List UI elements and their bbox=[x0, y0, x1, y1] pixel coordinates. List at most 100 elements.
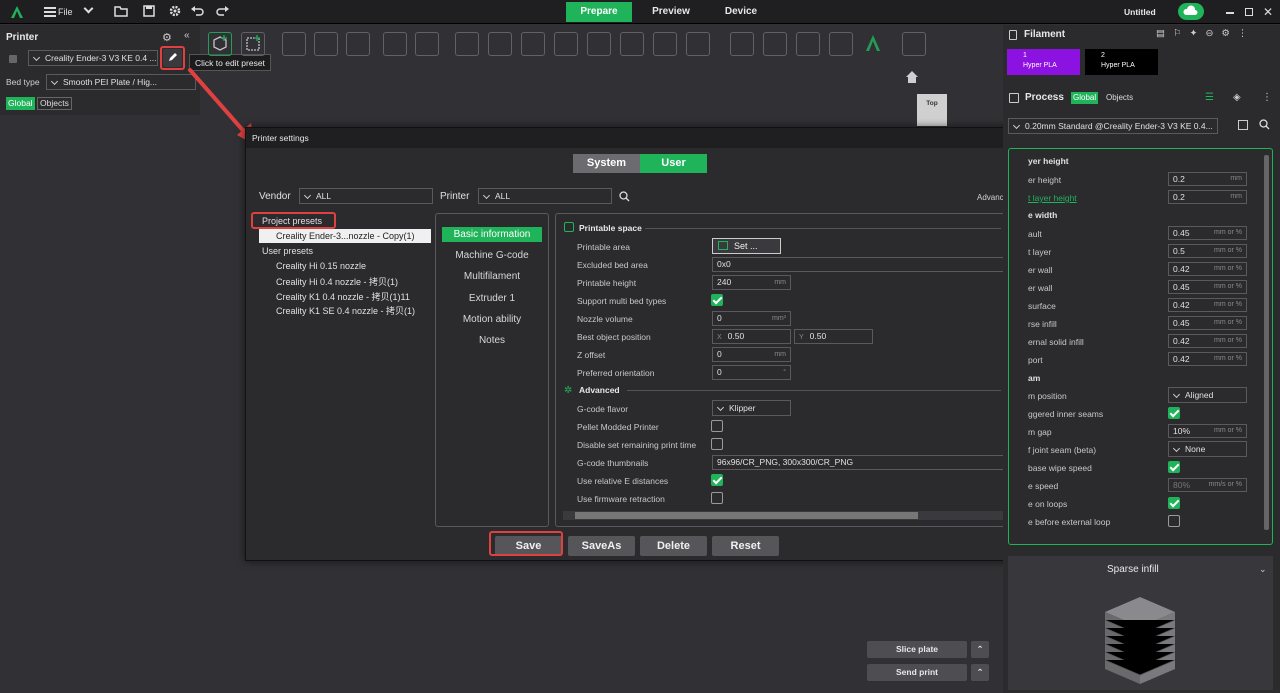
slice-plate-button[interactable]: Slice plate bbox=[867, 641, 967, 658]
pellet-modded-checkbox[interactable] bbox=[711, 420, 723, 432]
tab-device[interactable]: Device bbox=[712, 2, 770, 22]
assembly-icon[interactable] bbox=[902, 32, 926, 56]
color-paint-icon[interactable] bbox=[829, 32, 853, 56]
preferred-orientation-input[interactable]: 0 ° bbox=[712, 365, 791, 380]
right-scrollbar[interactable] bbox=[1264, 155, 1269, 535]
seam-position-select[interactable]: Aligned bbox=[1168, 387, 1247, 403]
seam-gap-input[interactable]: 10% mm or % bbox=[1168, 424, 1247, 438]
nav-multifilament[interactable]: Multifilament bbox=[442, 269, 542, 284]
support-paint-icon[interactable] bbox=[730, 32, 754, 56]
save-as-button[interactable]: SaveAs bbox=[568, 536, 635, 556]
bed-type-select[interactable]: Smooth PEI Plate / Hig... bbox=[46, 74, 196, 90]
process-objects-toggle[interactable]: Objects bbox=[1104, 92, 1135, 104]
open-folder-icon[interactable] bbox=[114, 4, 130, 20]
nav-machine-gcode[interactable]: Machine G-code bbox=[442, 248, 542, 263]
close-window-icon[interactable]: ✕ bbox=[1263, 5, 1273, 19]
user-tab[interactable]: User bbox=[640, 154, 707, 173]
fuzzy-skin-icon[interactable] bbox=[796, 32, 820, 56]
layer-icon[interactable] bbox=[415, 32, 439, 56]
file-menu[interactable]: File bbox=[58, 7, 73, 17]
outer-wall-width-input[interactable]: 0.42 mm or % bbox=[1168, 262, 1247, 276]
send-print-button[interactable]: Send print bbox=[867, 664, 967, 681]
process-global-toggle[interactable]: Global bbox=[1071, 92, 1099, 104]
best-position-y-input[interactable]: Y 0.50 bbox=[794, 329, 873, 344]
measure-icon[interactable] bbox=[686, 32, 710, 56]
text-emboss-icon[interactable] bbox=[862, 32, 886, 56]
project-preset-item[interactable]: Creality Ender-3...nozzle - Copy(1) bbox=[259, 229, 431, 243]
top-surface-width-input[interactable]: 0.42 mm or % bbox=[1168, 298, 1247, 312]
process-preset-select[interactable]: 0.20mm Standard @Creality Ender-3 V3 KE … bbox=[1008, 118, 1218, 134]
best-position-x-input[interactable]: X 0.50 bbox=[712, 329, 791, 344]
process-mode-icon[interactable]: ◈ bbox=[1233, 92, 1241, 103]
gear-icon[interactable] bbox=[168, 4, 184, 20]
filament-slot-1[interactable]: 1 Hyper PLA bbox=[1007, 49, 1080, 75]
minimize-icon[interactable] bbox=[1226, 12, 1234, 14]
cut-icon[interactable] bbox=[620, 32, 644, 56]
nav-motion-ability[interactable]: Motion ability bbox=[442, 312, 542, 327]
add-object-icon[interactable] bbox=[208, 32, 232, 56]
delete-button[interactable]: Delete bbox=[640, 536, 707, 556]
boolean-icon[interactable] bbox=[653, 32, 677, 56]
staggered-seams-checkbox[interactable] bbox=[1168, 407, 1180, 419]
reset-button[interactable]: Reset bbox=[712, 536, 779, 556]
save-process-icon[interactable] bbox=[1238, 120, 1248, 130]
nav-extruder-1[interactable]: Extruder 1 bbox=[442, 291, 542, 306]
firmware-retraction-checkbox[interactable] bbox=[711, 492, 723, 504]
first-layer-width-input[interactable]: 0.5 mm or % bbox=[1168, 244, 1247, 258]
move-icon[interactable] bbox=[488, 32, 512, 56]
user-preset-item[interactable]: Creality K1 SE 0.4 nozzle - 拷贝(1) bbox=[276, 304, 415, 317]
slice-options-button[interactable]: ⌃ bbox=[971, 641, 989, 658]
gcode-thumbnails-input[interactable]: 96x96/CR_PNG, 300x300/CR_PNG bbox=[712, 455, 1003, 470]
relative-e-checkbox[interactable] bbox=[711, 474, 723, 486]
line-width-default-input[interactable]: 0.45 mm or % bbox=[1168, 226, 1247, 240]
first-layer-height-input[interactable]: 0.2 mm bbox=[1168, 190, 1247, 204]
printable-height-input[interactable]: 240 mm bbox=[712, 275, 791, 290]
disable-remaining-time-checkbox[interactable] bbox=[711, 438, 723, 450]
menu-icon[interactable] bbox=[44, 7, 56, 17]
user-preset-item[interactable]: Creality Hi 0.4 nozzle - 拷贝(1) bbox=[276, 275, 398, 288]
support-width-input[interactable]: 0.42 mm or % bbox=[1168, 352, 1247, 366]
printable-area-set-button[interactable]: Set ... bbox=[712, 238, 781, 254]
lay-on-face-icon[interactable] bbox=[587, 32, 611, 56]
chevron-down-icon[interactable] bbox=[83, 3, 94, 14]
save-icon[interactable] bbox=[142, 4, 158, 20]
tab-prepare[interactable]: Prepare bbox=[566, 2, 632, 22]
sparse-infill-width-input[interactable]: 0.45 mm or % bbox=[1168, 316, 1247, 330]
cloud-sync-icon[interactable] bbox=[1178, 3, 1204, 20]
collapse-icon[interactable]: « bbox=[184, 30, 190, 41]
view-cube[interactable]: Top bbox=[917, 94, 947, 126]
horizontal-scrollbar[interactable] bbox=[563, 511, 1003, 520]
tab-preview[interactable]: Preview bbox=[640, 2, 702, 22]
wipe-speed-input[interactable]: 80% mm/s or % bbox=[1168, 478, 1247, 492]
variable-layer-icon[interactable] bbox=[455, 32, 479, 56]
nav-notes[interactable]: Notes bbox=[442, 333, 542, 348]
user-preset-item[interactable]: Creality K1 0.4 nozzle - 拷贝(1)11 bbox=[276, 290, 410, 303]
seam-paint-icon[interactable] bbox=[763, 32, 787, 56]
filament-slot-2[interactable]: 2 Hyper PLA bbox=[1085, 49, 1158, 75]
wipe-before-external-loop-checkbox[interactable] bbox=[1168, 515, 1180, 527]
process-more-icon[interactable]: ⋮ bbox=[1262, 92, 1272, 103]
process-list-icon[interactable]: ☰ bbox=[1205, 92, 1214, 103]
arrange-icon[interactable] bbox=[314, 32, 338, 56]
filament-toolbar-icons[interactable]: ▤⚐✦⊖⚙⋮ bbox=[1156, 28, 1255, 39]
auto-orient-icon[interactable] bbox=[346, 32, 370, 56]
inner-wall-width-input[interactable]: 0.45 mm or % bbox=[1168, 280, 1247, 294]
printer-preset-select[interactable]: Creality Ender-3 V3 KE 0.4 ... bbox=[28, 50, 158, 66]
printer-filter-select[interactable]: ALL bbox=[478, 188, 612, 204]
gcode-flavor-select[interactable]: Klipper bbox=[712, 400, 791, 416]
printer-settings-gear-icon[interactable]: ⚙ bbox=[162, 31, 172, 44]
undo-icon[interactable] bbox=[190, 4, 206, 20]
expand-icon[interactable]: ⌄ bbox=[1259, 564, 1267, 575]
process-search-icon[interactable] bbox=[1259, 119, 1270, 130]
search-icon[interactable] bbox=[619, 191, 630, 202]
internal-solid-infill-width-input[interactable]: 0.42 mm or % bbox=[1168, 334, 1247, 348]
objects-toggle[interactable]: Objects bbox=[37, 97, 72, 110]
vendor-select[interactable]: ALL bbox=[299, 188, 433, 204]
support-multi-bed-checkbox[interactable] bbox=[711, 294, 723, 306]
role-base-wipe-speed-checkbox[interactable] bbox=[1168, 461, 1180, 473]
global-toggle[interactable]: Global bbox=[6, 97, 35, 110]
orient-icon[interactable] bbox=[282, 32, 306, 56]
scale-icon[interactable] bbox=[554, 32, 578, 56]
nav-basic-information[interactable]: Basic information bbox=[442, 227, 542, 242]
excluded-bed-area-input[interactable]: 0x0 bbox=[712, 257, 1003, 272]
